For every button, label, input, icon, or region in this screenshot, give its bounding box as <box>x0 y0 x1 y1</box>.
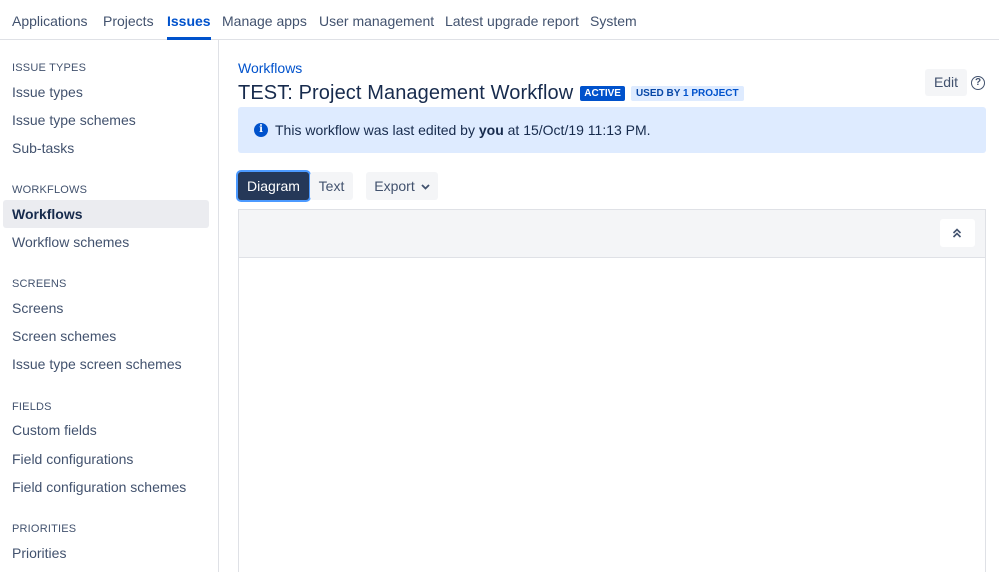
info-icon: i <box>254 123 268 137</box>
info-banner: i This workflow was last edited by you a… <box>238 107 986 153</box>
tab-system[interactable]: System <box>590 0 637 40</box>
sidebar-item-screen-schemes[interactable]: Screen schemes <box>3 322 209 350</box>
info-user: you <box>478 122 504 138</box>
sidebar-item-issue-type-screen-schemes[interactable]: Issue type screen schemes <box>3 350 209 378</box>
export-button[interactable]: Export <box>366 172 438 200</box>
info-message: This workflow was last edited by you at … <box>275 122 651 138</box>
sidebar-item-priorities[interactable]: Priorities <box>3 539 209 567</box>
collapse-toolbar-button[interactable] <box>940 219 975 247</box>
sidebar-item-issue-types[interactable]: Issue types <box>3 78 209 106</box>
info-suffix: at 15/Oct/19 11:13 PM. <box>503 122 651 138</box>
sidebar-item-screens[interactable]: Screens <box>3 294 209 322</box>
sidebar-item-issue-type-schemes[interactable]: Issue type schemes <box>3 106 209 134</box>
sidebar-item-field-configurations[interactable]: Field configurations <box>3 445 209 473</box>
tab-user-management[interactable]: User management <box>319 0 434 40</box>
sidebar: ISSUE TYPES Issue types Issue type schem… <box>0 40 219 572</box>
tab-projects[interactable]: Projects <box>103 0 154 40</box>
sidebar-heading-fields: FIELDS <box>12 401 52 413</box>
usage-badge-prefix: USED BY <box>635 87 684 99</box>
sidebar-heading-screens: SCREENS <box>12 278 67 290</box>
usage-badge: USED BY 1 PROJECT <box>630 85 744 101</box>
sidebar-heading-workflows: WORKFLOWS <box>12 184 88 196</box>
sidebar-item-field-configuration-schemes[interactable]: Field configuration schemes <box>3 473 209 501</box>
text-view-button[interactable]: Text <box>310 172 353 200</box>
sidebar-heading-priorities: PRIORITIES <box>12 523 77 535</box>
sidebar-item-workflow-schemes[interactable]: Workflow schemes <box>3 228 209 256</box>
page-title: TEST: Project Management Workflow <box>238 81 574 104</box>
question-circle-icon[interactable]: ? <box>971 76 985 90</box>
double-chevron-up-icon <box>952 228 962 238</box>
info-prefix: This workflow was last edited by <box>275 122 479 138</box>
breadcrumb-workflows[interactable]: Workflows <box>238 60 302 76</box>
status-badge: ACTIVE <box>580 85 625 101</box>
sidebar-heading-issue-types: ISSUE TYPES <box>12 62 87 74</box>
sidebar-item-sub-tasks[interactable]: Sub-tasks <box>3 134 209 162</box>
diagram-toolbar <box>239 210 985 258</box>
tab-issues[interactable]: Issues <box>167 0 211 40</box>
tab-manage-apps[interactable]: Manage apps <box>222 0 307 40</box>
title-row: TEST: Project Management Workflow ACTIVE… <box>238 81 744 105</box>
edit-button[interactable]: Edit <box>925 69 967 96</box>
tab-latest-upgrade-report[interactable]: Latest upgrade report <box>445 0 579 40</box>
top-navigation: Applications Projects Issues Manage apps… <box>0 0 999 40</box>
diagram-view-button[interactable]: Diagram <box>238 172 309 200</box>
tab-applications[interactable]: Applications <box>12 0 88 40</box>
usage-badge-link[interactable]: 1 PROJECT <box>683 88 739 99</box>
sidebar-item-custom-fields[interactable]: Custom fields <box>3 416 209 444</box>
export-label: Export <box>374 178 415 194</box>
workflow-diagram-panel <box>238 209 986 572</box>
sidebar-item-workflows[interactable]: Workflows <box>3 200 209 228</box>
chevron-down-icon <box>421 173 430 201</box>
